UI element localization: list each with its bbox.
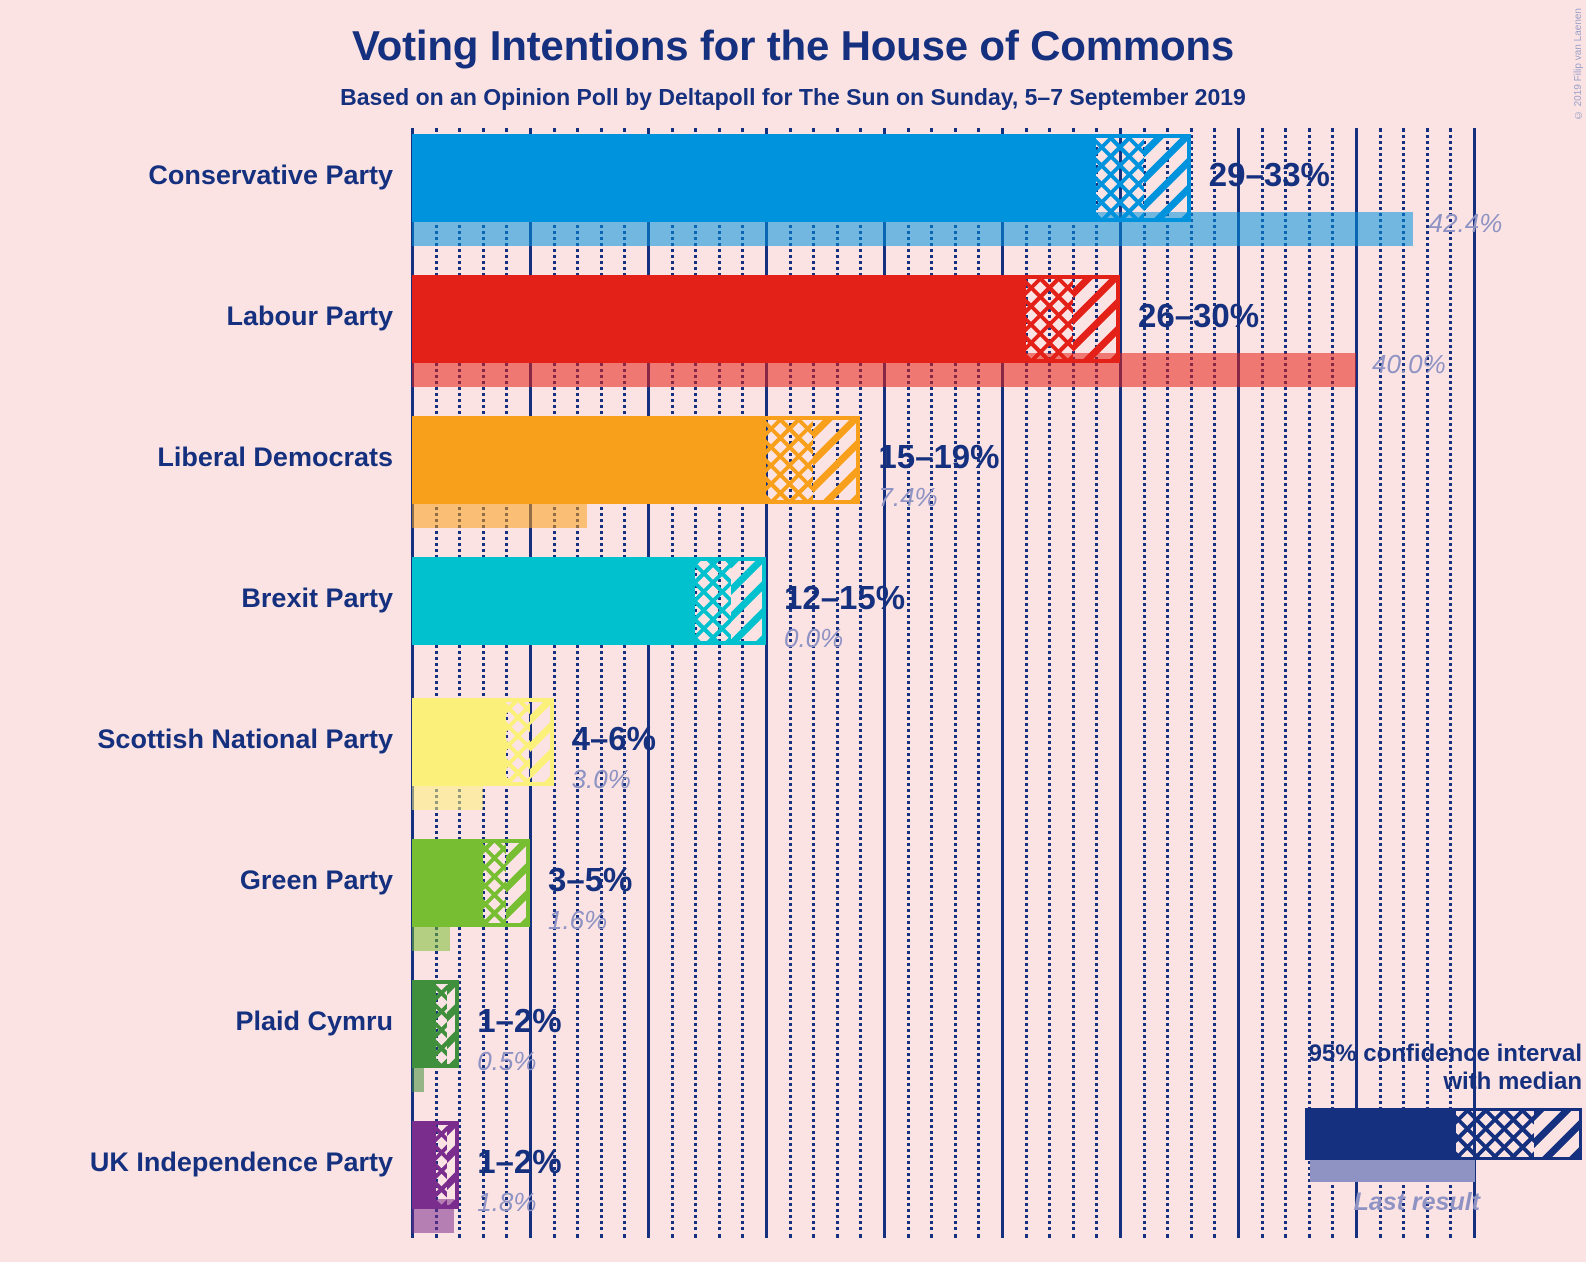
bar-solid-segment <box>416 1125 436 1205</box>
chart-row: Liberal Democrats 15–19% 7.4% <box>0 416 1586 557</box>
confidence-interval-bar <box>412 839 530 927</box>
last-result-value-label: 0.0% <box>784 623 844 653</box>
bar-crosshatch-segment <box>482 843 507 923</box>
party-label: UK Independence Party <box>89 1147 393 1177</box>
party-label: Conservative Party <box>148 160 393 190</box>
chart-subtitle: Based on an Opinion Poll by Deltapoll fo… <box>340 84 1246 110</box>
ci-value-label: 26–30% <box>1138 297 1260 334</box>
bar-diagonal-segment <box>813 420 861 500</box>
ci-value-label: 15–19% <box>878 438 1000 475</box>
chart-row: Brexit Party 12–15% 0.0% <box>0 557 1586 698</box>
last-result-value-label: 3.0% <box>571 764 631 794</box>
bar-crosshatch-segment <box>695 561 731 641</box>
ci-value-label: 4–6% <box>571 720 656 757</box>
bar-diagonal-segment <box>447 1125 460 1205</box>
bar-solid-segment <box>416 702 507 782</box>
confidence-interval-bar <box>412 1121 460 1209</box>
bar-solid-segment <box>416 843 483 923</box>
party-label: Liberal Democrats <box>157 442 393 472</box>
page-title: Voting Intentions for the House of Commo… <box>351 22 1235 69</box>
bar-crosshatch-segment <box>435 984 448 1064</box>
ci-value-label: 29–33% <box>1208 156 1330 193</box>
copyright-notice: © 2019 Filip van Laenen <box>1573 8 1584 121</box>
last-result-value-label: 1.6% <box>548 905 608 935</box>
bar-solid-segment <box>416 279 1026 359</box>
party-label: Scottish National Party <box>97 724 393 754</box>
party-label: Plaid Cymru <box>235 1006 393 1036</box>
bar-solid-segment <box>416 420 766 500</box>
legend-ci-line2: with median <box>1443 1067 1582 1095</box>
legend-ci-line1: 95% confidence interval <box>1308 1040 1582 1067</box>
confidence-interval-bar <box>412 980 460 1068</box>
bar-diagonal-segment <box>506 843 530 923</box>
confidence-interval-bar <box>412 134 1191 222</box>
bar-diagonal-segment <box>1143 138 1191 218</box>
legend-last-result-label: Last result <box>1353 1188 1480 1216</box>
ci-value-label: 1–2% <box>477 1143 562 1180</box>
ci-value-label: 12–15% <box>784 579 906 616</box>
confidence-interval-bar <box>412 557 766 645</box>
legend-ci-swatch <box>1305 1108 1582 1160</box>
bar-diagonal-segment <box>730 561 766 641</box>
bar-solid-segment <box>416 561 696 641</box>
ci-value-label: 3–5% <box>548 861 633 898</box>
legend-diagonal-segment <box>1534 1111 1579 1157</box>
legend-crosshatch-segment <box>1456 1111 1534 1157</box>
confidence-interval-bar <box>412 416 861 504</box>
bar-crosshatch-segment <box>506 702 530 782</box>
chart-row: Scottish National Party 4–6% 3.0% <box>0 698 1586 839</box>
bar-crosshatch-segment <box>766 420 814 500</box>
last-result-value-label: 1.8% <box>477 1187 537 1217</box>
confidence-interval-bar <box>412 275 1120 363</box>
party-label: Green Party <box>239 865 393 895</box>
bar-solid-segment <box>416 138 1097 218</box>
last-result-value-label: 7.4% <box>878 482 938 512</box>
confidence-interval-bar <box>412 698 554 786</box>
bar-crosshatch-segment <box>1096 138 1144 218</box>
last-result-value-label: 40.0% <box>1372 349 1446 379</box>
legend-last-result-swatch <box>1310 1160 1475 1182</box>
ci-value-label: 1–2% <box>477 1002 562 1039</box>
bar-diagonal-segment <box>530 702 554 782</box>
bar-diagonal-segment <box>447 984 460 1064</box>
chart-row: Green Party 3–5% 1.6% <box>0 839 1586 980</box>
legend-solid-segment <box>1308 1111 1456 1157</box>
party-label: Brexit Party <box>241 583 393 613</box>
chart-row: Labour Party 26–30% 40.0% <box>0 275 1586 416</box>
bar-diagonal-segment <box>1072 279 1120 359</box>
party-label: Labour Party <box>226 301 393 331</box>
bar-crosshatch-segment <box>1025 279 1073 359</box>
last-result-value-label: 0.5% <box>477 1046 537 1076</box>
chart-root: Voting Intentions for the House of Commo… <box>0 0 1586 1254</box>
bar-solid-segment <box>416 984 436 1064</box>
last-result-value-label: 42.4% <box>1428 208 1503 238</box>
chart-legend: 95% confidence interval with median Last… <box>1190 1040 1582 1216</box>
chart-row: Conservative Party 29–33% 42.4% <box>0 134 1586 275</box>
bar-crosshatch-segment <box>435 1125 448 1205</box>
